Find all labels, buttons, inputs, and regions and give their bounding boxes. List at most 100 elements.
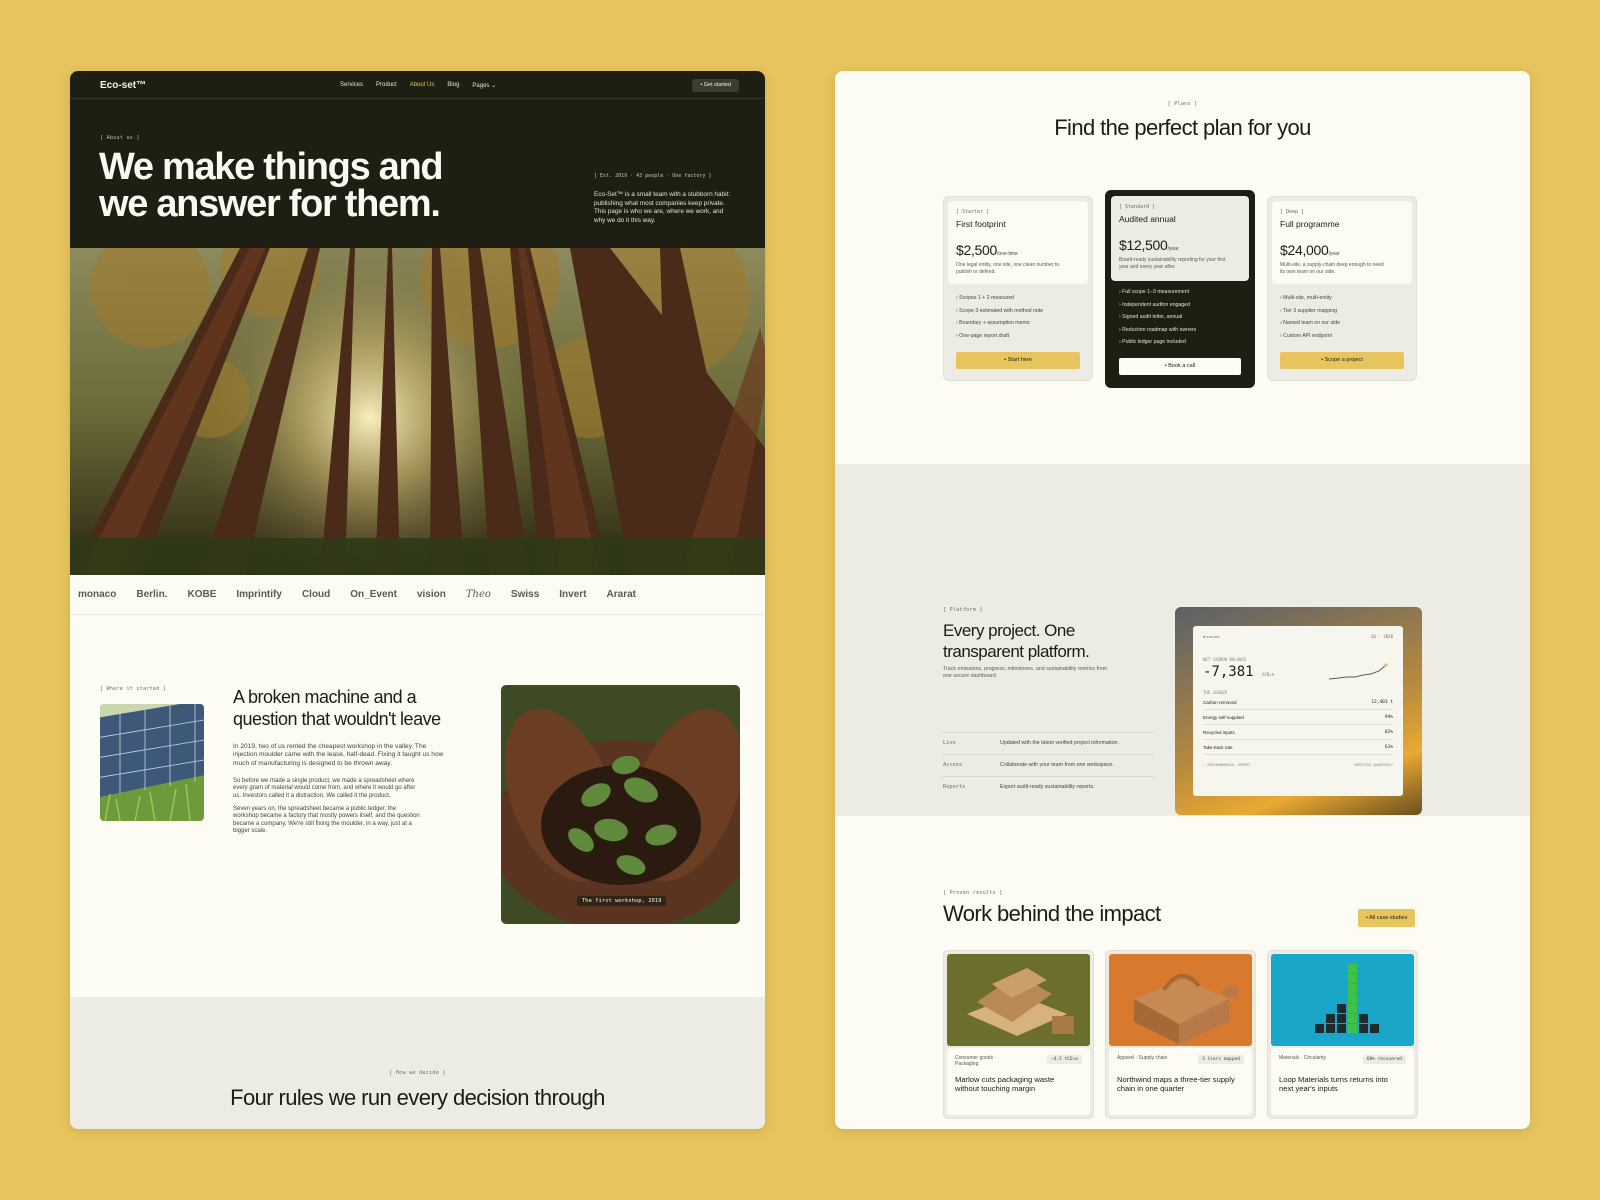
hero-title: We make things and we answer for them. <box>99 146 444 225</box>
client-logo: Cloud <box>301 589 331 600</box>
nav-links: Services Product About Us Blog Pages ⌄ <box>340 82 496 89</box>
platform-subtitle: Track emissions, progress, milestones, a… <box>943 666 1108 679</box>
case-study-card[interactable]: Materials · Circularity 60% recovered Lo… <box>1267 950 1418 1119</box>
dashboard-footer-right: VERIFIED QUARTERLY <box>1354 763 1393 767</box>
plan-feature: › Reduction roadmap with owners <box>1119 326 1197 333</box>
dashboard-footer-left: — ENVIRONMENTAL REPORT <box>1203 763 1251 767</box>
nav-product[interactable]: Product <box>376 82 397 89</box>
client-logo: KOBE <box>187 589 217 600</box>
work-eyebrow: [ Proven results ] <box>943 890 1003 896</box>
client-logo: Invert <box>559 589 587 600</box>
plan-tag: [ Deep ] <box>1280 209 1305 215</box>
plan-feature: › Named team on our side <box>1280 320 1340 327</box>
work-title: Work behind the impact <box>943 901 1161 926</box>
nav-about-us[interactable]: About Us <box>410 82 435 89</box>
dashboard-period: Q1 · 2026 <box>1371 634 1393 639</box>
case-badge: 3 tiers mapped <box>1198 1055 1244 1064</box>
plan-features: › Scopes 1 + 2 measured › Scope 3 estima… <box>956 295 1043 345</box>
plan-tag: [ Starter ] <box>956 209 990 215</box>
scope-a-project-button[interactable]: • Scope a project <box>1280 352 1404 369</box>
all-case-studies-button[interactable]: • All case studies <box>1358 909 1416 927</box>
plan-name: First footprint <box>956 219 1006 229</box>
dashboard-brand: ● eco-set <box>1203 634 1220 639</box>
plan-feature: › Scope 3 estimated with method note <box>956 307 1044 314</box>
plan-card-standard: [ Standard ] Audited annual $12,500/year… <box>1105 190 1255 388</box>
platform-feature-row: Live Updated with the latest verified pro… <box>943 732 1153 754</box>
plan-price: $24,000/year <box>1280 242 1340 258</box>
product-page-panel: [ Plans ] Find the perfect plan for you … <box>835 71 1530 1129</box>
plan-feature: › Multi-site, multi-entity <box>1280 295 1332 301</box>
case-study-card[interactable]: Apparel · Supply chain 3 tiers mapped No… <box>1105 950 1256 1119</box>
plan-tag: [ Standard ] <box>1119 204 1156 210</box>
ledger-row: Recycled inputs 82% <box>1203 725 1393 740</box>
case-category: Materials · Circularity <box>1279 1055 1326 1061</box>
hero-section: Eco-set™ Services Product About Us Blog … <box>70 71 765 248</box>
case-image-cardboard-box <box>1109 954 1252 1046</box>
plan-feature: › Boundary + assumption memo <box>956 320 1030 327</box>
story-eyebrow: [ Where it started ] <box>100 686 167 692</box>
book-a-call-button[interactable]: • Book a call <box>1119 358 1241 375</box>
client-logo: On_Event <box>350 589 397 600</box>
ledger-row: Energy self-supplied 94% <box>1203 710 1393 725</box>
get-started-button[interactable]: • Get started <box>692 79 739 92</box>
plan-name: Full programme <box>1280 219 1340 229</box>
plans-title: Find the perfect plan for you <box>1054 115 1311 140</box>
plan-feature: › Full scope 1–3 measurement <box>1119 289 1190 295</box>
platform-feature-row: Access Collaborate with your team from on… <box>943 754 1153 776</box>
plan-description: One legal entity, one site, one clean nu… <box>956 262 1060 275</box>
case-study-card[interactable]: Consumer goods · Packaging −4.2 tCO₂e Ma… <box>943 950 1094 1119</box>
case-badge: −4.2 tCO₂e <box>1046 1055 1082 1064</box>
case-image-co2-blocks <box>1271 954 1414 1046</box>
hero-description: Eco-Set™ is a small team with a stubborn… <box>594 191 731 224</box>
plan-price: $12,500/year <box>1119 237 1179 253</box>
hero-eyebrow: [ About us ] <box>100 135 140 141</box>
forest-photo <box>70 248 765 575</box>
start-here-button[interactable]: • Start here <box>956 352 1080 369</box>
ledger-row: Take-back rate 61% <box>1203 740 1393 755</box>
client-logo: vision <box>416 589 446 600</box>
case-title: Northwind maps a three-tier supply chain… <box>1117 1075 1235 1093</box>
plan-description: Multi-site, a supply-chain deep enough t… <box>1280 262 1384 275</box>
plan-price: $2,500/one-time <box>956 242 1018 258</box>
case-category: Apparel · Supply chain <box>1117 1055 1168 1061</box>
plan-feature: › Scopes 1 + 2 measured <box>956 295 1015 301</box>
forest-illustration <box>70 248 765 575</box>
client-logo: Theo <box>465 589 491 600</box>
logo[interactable]: Eco-set™ <box>100 80 146 91</box>
rules-section: [ How we decide ] Four rules we run ever… <box>70 997 765 1129</box>
ledger-row: Carbon removed 12,403 t <box>1203 695 1393 710</box>
photo-caption: The first workshop, 2019 <box>577 896 667 906</box>
client-logo: Swiss <box>510 589 540 600</box>
hero-meta: [ Est. 2019 · 43 people · One factory ] <box>594 173 712 179</box>
case-badge: 60% recovered <box>1362 1055 1406 1064</box>
nav-services[interactable]: Services <box>340 82 363 89</box>
plan-card-deep: [ Deep ] Full programme $24,000/year Mul… <box>1267 196 1417 381</box>
plan-feature: › Signed audit letter, annual <box>1119 314 1183 321</box>
dashboard-preview: ● eco-set Q1 · 2026 NET CARBON BALANCE -7… <box>1175 607 1422 815</box>
case-title: Loop Materials turns returns into next y… <box>1279 1075 1388 1093</box>
platform-section: [ Platform ] Every project. One transpar… <box>835 464 1530 816</box>
dashboard-card: ● eco-set Q1 · 2026 NET CARBON BALANCE -7… <box>1193 626 1403 796</box>
platform-eyebrow: [ Platform ] <box>943 607 983 613</box>
rules-eyebrow: [ How we decide ] <box>389 1070 446 1076</box>
case-title: Marlow cuts packaging waste without touc… <box>955 1075 1055 1093</box>
story-paragraph-2: So before we made a single product, we m… <box>233 778 416 799</box>
plan-feature: › Custom API endpoint <box>1280 332 1332 339</box>
solar-panel-photo <box>100 704 204 821</box>
hands-seedlings-photo: The first workshop, 2019 <box>501 685 740 924</box>
client-logo-strip: monaco Berlin. KOBE Imprintify Cloud On_… <box>70 575 765 615</box>
client-logo: Ararat <box>606 589 636 600</box>
plans-eyebrow: [ Plans ] <box>1167 101 1198 107</box>
top-nav: Eco-set™ Services Product About Us Blog … <box>70 71 765 99</box>
trend-sparkline <box>1329 663 1388 680</box>
rules-title: Four rules we run every decision through <box>230 1085 605 1110</box>
nav-blog[interactable]: Blog <box>447 82 459 89</box>
plan-feature: › One-page report draft <box>956 332 1010 339</box>
plan-feature: › Independent auditor engaged <box>1119 301 1190 308</box>
story-paragraph-3: Seven years on, the spreadsheet became a… <box>233 806 420 835</box>
story-paragraph-1: In 2019, two of us rented the cheapest w… <box>233 743 444 767</box>
platform-feature-row: Reports Export audit-ready sustainability… <box>943 776 1153 798</box>
nav-pages-dropdown[interactable]: Pages ⌄ <box>472 82 496 89</box>
plan-features: › Full scope 1–3 measurement › Independe… <box>1119 289 1196 352</box>
plan-features: › Multi-site, multi-entity › Tier 3 supp… <box>1280 295 1340 345</box>
